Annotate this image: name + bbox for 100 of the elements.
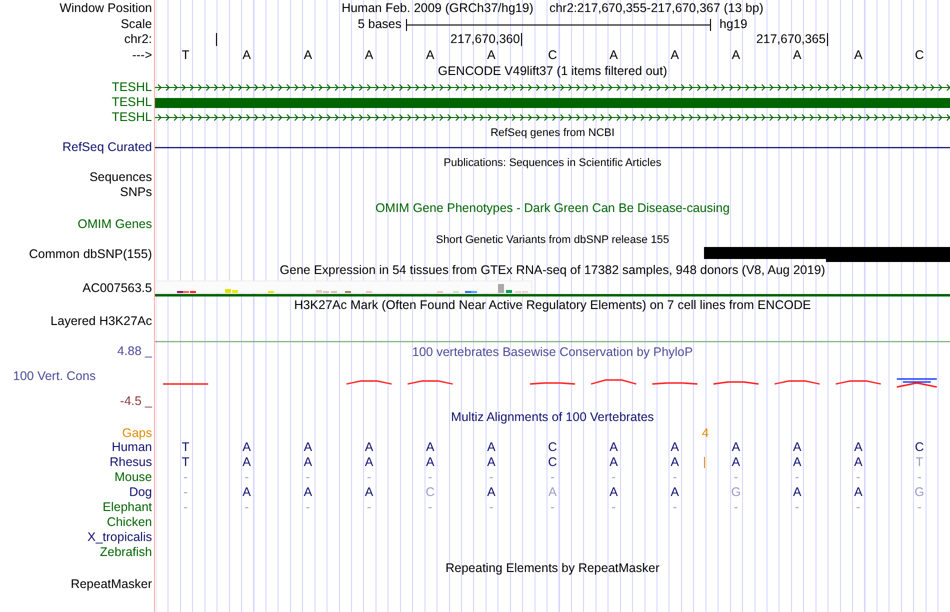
base-letter: G (731, 485, 741, 499)
track-label: AC007563.5 (82, 281, 152, 295)
track-label: chr2: (124, 32, 152, 46)
base-letter: A (854, 440, 862, 454)
base-letter: - (428, 470, 432, 484)
base-letter: A (854, 485, 862, 499)
base-letter: A (670, 48, 679, 62)
base-letter: A (364, 440, 374, 454)
track-title: OMIM Gene Phenotypes - Dark Green Can Be Disease-causing (375, 201, 730, 215)
base-letter: - (183, 500, 188, 514)
track-title: GENCODE V49lift37 (1 items filtered out) (438, 64, 668, 78)
base-letter: - (672, 500, 677, 514)
base-letter: A (670, 455, 679, 469)
base-letter: C (548, 440, 557, 454)
gap-count: 4 (702, 426, 709, 440)
base-letter: T (182, 48, 190, 62)
base-letter: A (304, 485, 312, 499)
base-letter: A (792, 455, 802, 469)
base-letter: - (795, 500, 800, 514)
base-letter: A (242, 455, 251, 469)
track-title: 100 vertebrates Basewise Conservation by PhyloP (412, 345, 693, 359)
base-letter: - (734, 470, 738, 484)
base-letter: A (792, 440, 802, 454)
base-letter: A (487, 48, 496, 62)
base-letter: A (854, 455, 862, 469)
base-letter: A (670, 485, 679, 499)
base-letter: A (426, 48, 434, 62)
base-letter: - (244, 470, 249, 484)
scale-label: 5 bases (358, 17, 402, 32)
base-letter: - (550, 470, 555, 484)
base-letter: - (306, 500, 310, 514)
base-letter: A (792, 48, 802, 62)
track-label: Window Position (60, 1, 152, 15)
track-title: Repeating Elements by RepeatMasker (445, 561, 660, 575)
base-letter: A (487, 455, 496, 469)
base-letter: A (609, 455, 618, 469)
base-letter: A (792, 485, 802, 499)
base-letter: - (489, 500, 494, 514)
track-label: Mouse (114, 470, 152, 484)
base-letter: - (366, 470, 372, 484)
track-label: Dog (129, 485, 152, 499)
track-label: Elephant (102, 500, 152, 514)
base-letter: - (428, 500, 432, 514)
track-label: Scale (120, 17, 152, 31)
base-letter: - (183, 470, 188, 484)
base-letter: A (732, 48, 740, 62)
track-title: Short Genetic Variants from dbSNP release 155 (436, 234, 670, 246)
base-letter: A (487, 440, 496, 454)
base-letter: - (612, 470, 616, 484)
track-label: TESHL (112, 95, 152, 109)
base-letter: A (242, 485, 251, 499)
ruler-label: 217,670,360 (450, 32, 520, 47)
base-letter: A (609, 48, 618, 62)
position-range: chr2:217,670,355-217,670,367 (13 bp) (549, 0, 764, 17)
base-letter: - (856, 470, 860, 484)
base-letter: C (914, 48, 924, 62)
track-label: RefSeq Curated (62, 140, 152, 154)
track-title: Gene Expression in 54 tissues from GTEx RNA-seq of 17382 samples, 948 donors (V8, Aug 2019) (280, 263, 826, 277)
base-letter: A (242, 48, 251, 62)
track-title: RefSeq genes from NCBI (490, 127, 615, 139)
track-label: Layered H3K27Ac (50, 314, 152, 328)
track-label: Rhesus (110, 455, 152, 469)
track-label: Gaps (122, 426, 152, 440)
track-label: Human (112, 440, 152, 454)
base-letter: A (609, 485, 618, 499)
base-letter: A (364, 48, 374, 62)
track-label: SNPs (120, 185, 152, 199)
track-title: H3K27Ac Mark (Often Found Near Active Regulatory Elements) on 7 cell lines from ENCODE (294, 298, 811, 312)
base-letter: - (612, 500, 616, 514)
base-letter: T (182, 455, 190, 469)
base-letter: A (242, 440, 251, 454)
track-label: 100 Vert. Cons (12, 369, 97, 384)
base-letter: A (304, 455, 312, 469)
base-letter: G (914, 485, 924, 499)
base-letter: C (548, 455, 557, 469)
base-letter: - (183, 485, 188, 499)
track-title: Publications: Sequences in Scientific Articles (444, 157, 662, 169)
base-letter: T (182, 440, 190, 454)
track-label: Sequences (89, 170, 152, 184)
ruler-label: 217,670,365 (756, 32, 826, 47)
axis-min-label: -4.5 _ (119, 394, 152, 409)
base-letter: A (732, 455, 740, 469)
track-label: TESHL (112, 80, 152, 94)
base-letter: A (670, 440, 679, 454)
base-letter: C (426, 485, 435, 499)
assembly-name: Human Feb. 2009 (GRCh37/hg19) (342, 0, 534, 17)
axis-max-label: 4.88 _ (116, 344, 152, 359)
base-letter: - (306, 470, 310, 484)
base-letter: A (304, 440, 312, 454)
track-label: Chicken (106, 515, 152, 529)
base-letter: - (550, 500, 555, 514)
base-letter: - (244, 500, 249, 514)
base-letter: - (917, 470, 922, 484)
assembly-label: hg19 (719, 17, 748, 32)
base-letter: A (732, 440, 740, 454)
track-label: OMIM Genes (78, 217, 152, 231)
base-letter: - (734, 500, 738, 514)
base-letter: A (364, 455, 374, 469)
base-letter: A (426, 440, 434, 454)
base-letter: - (672, 470, 677, 484)
